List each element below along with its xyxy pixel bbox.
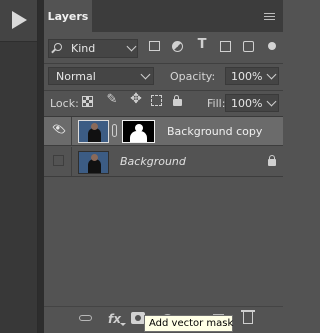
layer-name[interactable]: Background copy xyxy=(167,125,262,138)
chevron-down-icon xyxy=(140,69,151,80)
visibility-off-box xyxy=(53,155,64,166)
lock-transparent-pixels-icon[interactable] xyxy=(82,96,93,107)
lock-image-pixels-icon[interactable]: ✎ xyxy=(105,93,119,107)
layer-thumbnail[interactable] xyxy=(78,151,109,174)
adjustment-layer-filter-icon[interactable] xyxy=(172,41,183,52)
type-layer-filter-icon[interactable]: T xyxy=(195,38,209,52)
opacity-label: Opacity: xyxy=(170,70,216,83)
layer-thumbnail[interactable] xyxy=(78,120,109,143)
lock-all-icon[interactable] xyxy=(173,95,182,106)
collapsed-panel-strip xyxy=(0,0,38,333)
lock-icon[interactable] xyxy=(268,155,276,166)
lock-label: Lock: xyxy=(50,97,79,110)
chevron-down-icon xyxy=(120,323,126,326)
link-layers-icon[interactable] xyxy=(79,315,92,321)
chevron-down-icon[interactable] xyxy=(266,69,277,80)
panel-header: Layers xyxy=(44,0,283,32)
divider xyxy=(44,90,283,91)
filter-toggle-icon[interactable] xyxy=(268,42,276,50)
layer-row-background[interactable]: Background xyxy=(44,147,283,177)
panel-menu-icon[interactable] xyxy=(264,13,275,20)
chevron-down-icon[interactable] xyxy=(266,96,277,107)
expand-panel-button[interactable] xyxy=(0,0,37,42)
add-mask-icon[interactable] xyxy=(131,312,145,324)
layer-mask-thumbnail[interactable] xyxy=(122,120,155,143)
eye-icon xyxy=(52,122,66,136)
filter-kind-select[interactable]: Kind xyxy=(48,39,138,58)
layers-panel: Layers Kind T Normal Opacity: 100% Lock:… xyxy=(44,0,283,333)
blend-mode-select[interactable]: Normal xyxy=(48,67,154,85)
lock-artboard-icon[interactable] xyxy=(151,95,162,106)
fill-value: 100% xyxy=(231,97,263,110)
shape-layer-filter-icon[interactable] xyxy=(220,41,231,52)
visibility-toggle[interactable] xyxy=(44,117,72,145)
tab-layers[interactable]: Layers xyxy=(44,0,92,32)
blend-mode-value: Normal xyxy=(56,70,96,83)
visibility-toggle[interactable] xyxy=(44,147,72,176)
layer-name[interactable]: Background xyxy=(120,155,186,168)
play-icon xyxy=(12,11,27,29)
chevron-down-icon xyxy=(126,41,137,52)
link-icon[interactable] xyxy=(112,124,117,137)
smart-object-filter-icon[interactable] xyxy=(243,41,254,52)
layer-row-background-copy[interactable]: Background copy xyxy=(44,117,283,146)
fill-label: Fill: xyxy=(207,97,226,110)
pixel-layer-filter-icon[interactable] xyxy=(149,41,160,51)
filter-kind-label: Kind xyxy=(71,42,96,55)
trash-icon[interactable] xyxy=(241,310,255,324)
lock-position-icon[interactable]: ✥ xyxy=(129,92,143,106)
divider xyxy=(44,63,283,64)
opacity-field[interactable]: 100% xyxy=(225,67,279,85)
tooltip: Add vector mask xyxy=(144,315,233,332)
search-icon xyxy=(54,43,62,51)
opacity-value: 100% xyxy=(231,70,263,83)
fill-field[interactable]: 100% xyxy=(225,94,279,112)
